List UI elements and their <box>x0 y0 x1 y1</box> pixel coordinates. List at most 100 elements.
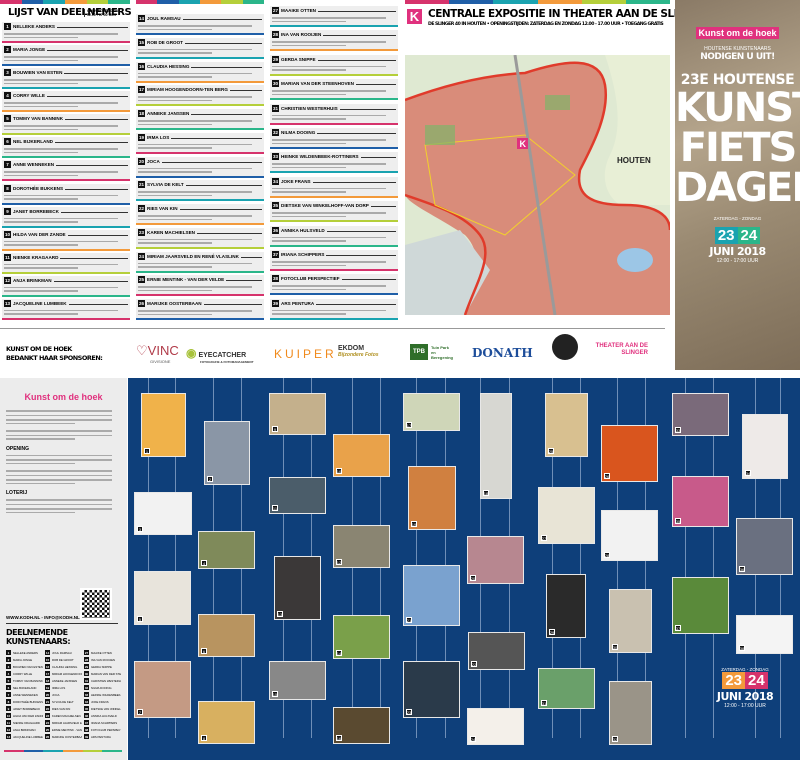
participant-entry: 4 CORRY WILLE <box>2 91 130 113</box>
artwork-image[interactable]: 5 <box>134 571 191 625</box>
participant-number: 38 <box>272 275 279 283</box>
artwork-image[interactable]: 33 <box>672 393 729 436</box>
artist-list-item: 17MIRIAM HOOGENDOORN-TEN BERG <box>45 671 82 676</box>
artwork-image[interactable]: 1 <box>141 393 186 457</box>
artwork-image[interactable]: 6 <box>198 614 255 657</box>
participant-entry: 22 RIES VAN KIN <box>136 204 264 225</box>
artwork-number: 17 <box>406 422 412 428</box>
artwork-image[interactable]: 13 <box>274 556 321 620</box>
gallery-month: JUNI 2018 <box>716 690 774 703</box>
sponsor-logo-ekdom: EKDOM Bijzondere Fotos <box>338 345 379 358</box>
artwork-number: 31 <box>541 700 547 706</box>
artwork-image[interactable]: 8 <box>198 701 255 744</box>
participant-name: INA VAN ROOIJEN <box>281 32 322 38</box>
artwork-image[interactable]: 10 <box>333 434 390 477</box>
cover-month: JUNI 2018 <box>709 245 766 258</box>
artwork-image[interactable]: 14 <box>333 615 390 659</box>
participant-name: ANNEKE JANSSEN <box>147 111 190 116</box>
artist-list-item: 31CHRISTIEN WESTERHUIS <box>84 678 121 683</box>
artwork-image[interactable]: 24 <box>467 708 524 745</box>
artist-list-item: 39 ARS PENTURA <box>84 734 111 739</box>
artwork-image[interactable]: 37 <box>672 577 729 634</box>
artist-list-item: 8 DOROTHÉE BUKKENS <box>6 699 43 704</box>
lottery-text <box>6 499 121 513</box>
sponsor-logo-vinc: ♡VINC GIVISIONE <box>136 343 179 364</box>
artwork-image[interactable]: 29 <box>546 574 586 638</box>
info-panel: Kunst om de hoek OPENING LOTERIJ WWW.KOD… <box>0 378 127 760</box>
participant-entry: 9 JANET BORREBECK <box>2 206 130 228</box>
sponsor-logo-theater: THEATER AAN DE SLINGER <box>595 343 648 356</box>
artwork-image[interactable]: 9 <box>269 393 326 435</box>
artwork-image[interactable]: 15 <box>269 661 326 700</box>
artwork-image[interactable]: 16 <box>333 707 390 744</box>
artists-heading: DEELNEMENDE KUNSTENAARS: <box>6 628 71 646</box>
artwork-image[interactable]: 27 <box>538 487 595 544</box>
artist-list-item: 13 JACQUELINE LUMBEEK <box>6 734 43 739</box>
participant-column-3: 27 MAAIKE OTTEN 28 INA VAN ROOIJEN 29 GERDA S… <box>270 6 398 320</box>
artist-list-item: 3 BOUWIEN VAN ESTEN <box>6 664 43 669</box>
participant-number: 21 <box>138 181 145 189</box>
gallery-day1: 23 <box>722 672 745 689</box>
participant-number: 17 <box>138 86 145 94</box>
participant-name: GERDA SNIPPE <box>281 56 316 62</box>
artist-list-item: 22 RIES VAN KIN <box>45 706 71 711</box>
participant-name: DIETSKE VAN WINKELHOFF-VAN DORP <box>281 203 369 209</box>
artwork-image[interactable]: 26 <box>601 425 658 482</box>
artwork-image[interactable]: 21 <box>403 565 460 626</box>
artwork-image[interactable]: 32 <box>609 681 652 745</box>
artwork-image[interactable]: 11 <box>269 477 326 514</box>
artwork-image[interactable]: 20 <box>467 536 524 584</box>
artwork-number: 9 <box>272 426 278 432</box>
artwork-image[interactable]: 4 <box>198 531 255 569</box>
artwork-image[interactable]: 18 <box>480 393 512 499</box>
artwork-image[interactable]: 19 <box>408 466 456 530</box>
artist-list-item: 18 ANNEKE JANSSEN <box>45 678 78 683</box>
artwork-image[interactable]: 22 <box>468 632 525 670</box>
artwork-image[interactable]: 30 <box>609 589 652 653</box>
town-map[interactable]: K HOUTEN <box>405 55 670 315</box>
participant-name: HILDA VAN DER ZANDE <box>13 231 66 237</box>
artwork-image[interactable]: 34 <box>742 414 788 479</box>
artwork-image[interactable]: 38 <box>736 615 793 654</box>
artwork-image[interactable]: 36 <box>736 518 793 575</box>
participant-entry: 36 ANNIKA HULSVELD <box>270 225 398 247</box>
artwork-image[interactable]: 23 <box>403 661 460 718</box>
svg-text:K: K <box>520 139 527 149</box>
artwork-number: 24 <box>470 736 476 742</box>
artwork-image[interactable]: 31 <box>538 668 595 709</box>
qr-code[interactable] <box>80 588 112 620</box>
artwork-number: 21 <box>406 617 412 623</box>
artwork-number: 5 <box>137 616 143 622</box>
contact-text[interactable]: WWW.KODH.NL - INFO@KODH.NL <box>6 615 80 620</box>
cover-panel: Kunst om de hoek HOUTENSE KUNSTENAARS NO… <box>675 0 800 370</box>
artist-list-item: 30MARIAN VAN DER STEENHOVEN <box>84 671 121 676</box>
cover-word-kunst: KUNST <box>675 85 800 131</box>
participant-name: ERNIE MENTINK - VAN DER VELDE <box>147 277 225 283</box>
artwork-image[interactable]: 7 <box>134 661 191 718</box>
cover-day2: 24 <box>737 227 761 244</box>
participant-name: IRIANA SCHIPPERS <box>281 252 325 258</box>
participant-number: 11 <box>4 253 11 261</box>
participant-number: 15 <box>138 38 145 46</box>
cover-tagline2: NODIGEN U UIT! <box>700 52 775 62</box>
artwork-image[interactable]: 12 <box>333 525 390 568</box>
participant-number: 19 <box>138 133 145 141</box>
artwork-number: 2 <box>207 476 213 482</box>
artwork-image[interactable]: 2 <box>204 421 250 485</box>
participant-name: NEL BIJKERLAND <box>13 139 53 145</box>
artist-list-item: 15 ROB DE GROOT <box>45 657 74 662</box>
participant-number: 12 <box>4 276 11 284</box>
artwork-image[interactable]: 25 <box>545 393 588 457</box>
participant-number: 20 <box>138 157 145 165</box>
artwork-number: 27 <box>541 535 547 541</box>
artist-list-item: 19 IRMA LOS <box>45 685 66 690</box>
artwork-image[interactable]: 28 <box>601 510 658 561</box>
participant-entry: 7 ANNE WENNEKEN <box>2 160 130 182</box>
artwork-image[interactable]: 3 <box>134 492 192 535</box>
artwork-image[interactable]: 35 <box>672 476 729 527</box>
participant-number: 37 <box>272 251 279 259</box>
participant-name: SYLVIA DE KELT <box>147 182 184 188</box>
participant-name: MIRIAM JAARSVELD EN RENÉ VLASLINK <box>147 253 239 259</box>
artist-list-item: 23 KAREN MACHIELSEN <box>45 713 81 718</box>
artwork-image[interactable]: 17 <box>403 393 460 431</box>
